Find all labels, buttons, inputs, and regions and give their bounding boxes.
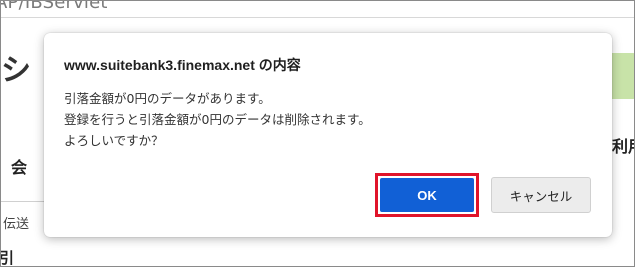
- right-label-fragment: 利用: [612, 137, 634, 156]
- page: AP/IBServlet シ 会 利用 伝送 引 www.suitebank3.…: [0, 0, 635, 267]
- ok-button[interactable]: OK: [380, 178, 474, 212]
- section-heading-fragment: 会: [11, 158, 28, 177]
- tab-fragment[interactable]: 伝送: [3, 213, 29, 232]
- cancel-button[interactable]: キャンセル: [491, 177, 591, 213]
- dialog-message-line: 登録を行うと引落金額が0円のデータは削除されます。: [64, 112, 371, 127]
- dialog-message-line: 引落金額が0円のデータがあります。: [64, 91, 271, 106]
- dialog-title: www.suitebank3.finemax.net の内容: [64, 57, 301, 73]
- dialog-message-line: よろしいですか？: [64, 133, 164, 148]
- dialog-message: 引落金額が0円のデータがあります。 登録を行うと引落金額が0円のデータは削除され…: [64, 88, 371, 151]
- bottom-text-fragment: 引: [0, 249, 15, 267]
- address-bar-fragment: AP/IBServlet: [0, 0, 108, 13]
- confirm-dialog: www.suitebank3.finemax.net の内容 引落金額が0円のデ…: [44, 33, 612, 237]
- address-bar-divider: [1, 17, 634, 18]
- brand-logo-fragment: シ: [1, 53, 31, 88]
